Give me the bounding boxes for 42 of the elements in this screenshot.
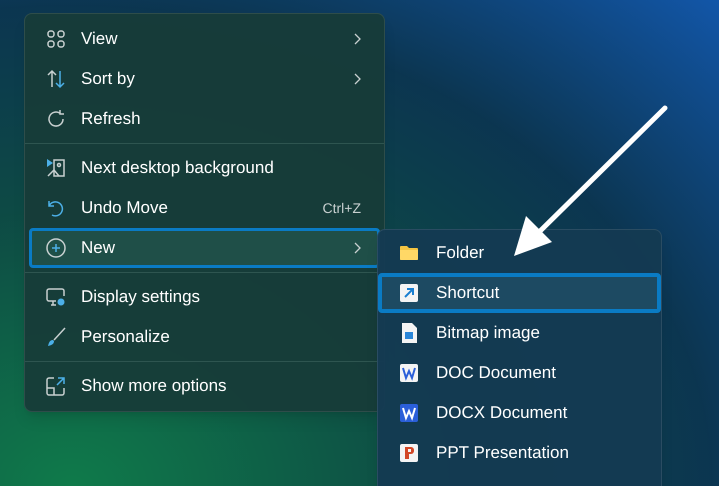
menu-item[interactable]: New [29, 228, 380, 268]
menu-label: Personalize [81, 326, 170, 348]
word-document-icon [398, 402, 420, 424]
menu-label: Display settings [81, 286, 200, 308]
brush-icon [45, 326, 67, 348]
shortcut-text: Ctrl+Z [322, 198, 361, 218]
menu-label: PPT Presentation [436, 442, 569, 464]
menu-label: Undo Move [81, 197, 168, 220]
menu-label: Next desktop background [81, 157, 274, 180]
menu-label: DOCX Document [436, 402, 568, 424]
menu-label: New [81, 237, 116, 260]
grid-icon [45, 28, 67, 50]
submenu-item[interactable]: Folder [378, 233, 661, 273]
submenu-item[interactable]: Bitmap image [378, 313, 661, 353]
menu-label: View [81, 28, 118, 50]
sort-arrows-icon [45, 68, 67, 90]
word-document-icon [398, 362, 420, 384]
menu-item[interactable]: Refresh [29, 99, 380, 139]
submenu-item[interactable]: DOC Document [378, 353, 661, 393]
menu-label: Folder [436, 242, 484, 264]
menu-item[interactable]: Sort by [29, 59, 380, 99]
picture-icon [45, 157, 67, 179]
menu-label: DOC Document [436, 362, 556, 384]
submenu-item[interactable]: DOCX Document [378, 393, 661, 433]
menu-item[interactable]: Next desktop background [29, 148, 380, 188]
menu-item[interactable]: View [29, 19, 380, 59]
submenu-item[interactable]: Shortcut [378, 273, 661, 313]
menu-label: Bitmap image [436, 322, 540, 344]
monitor-gear-icon [45, 286, 67, 308]
menu-label: Refresh [81, 108, 141, 130]
presentation-document-icon [398, 442, 420, 464]
menu-item[interactable]: Show more options [29, 366, 380, 406]
refresh-icon [45, 108, 67, 130]
submenu-item[interactable]: PPT Presentation [378, 433, 661, 473]
menu-item[interactable]: Undo Move Ctrl+Z [29, 188, 380, 228]
menu-item[interactable]: Display settings [29, 277, 380, 317]
menu-label: Sort by [81, 68, 135, 90]
expand-window-icon [45, 375, 67, 397]
menu-label: Show more options [81, 375, 227, 398]
menu-item[interactable]: Personalize [29, 317, 380, 357]
plus-circle-icon [45, 237, 67, 259]
menu-label: Shortcut [436, 282, 500, 304]
